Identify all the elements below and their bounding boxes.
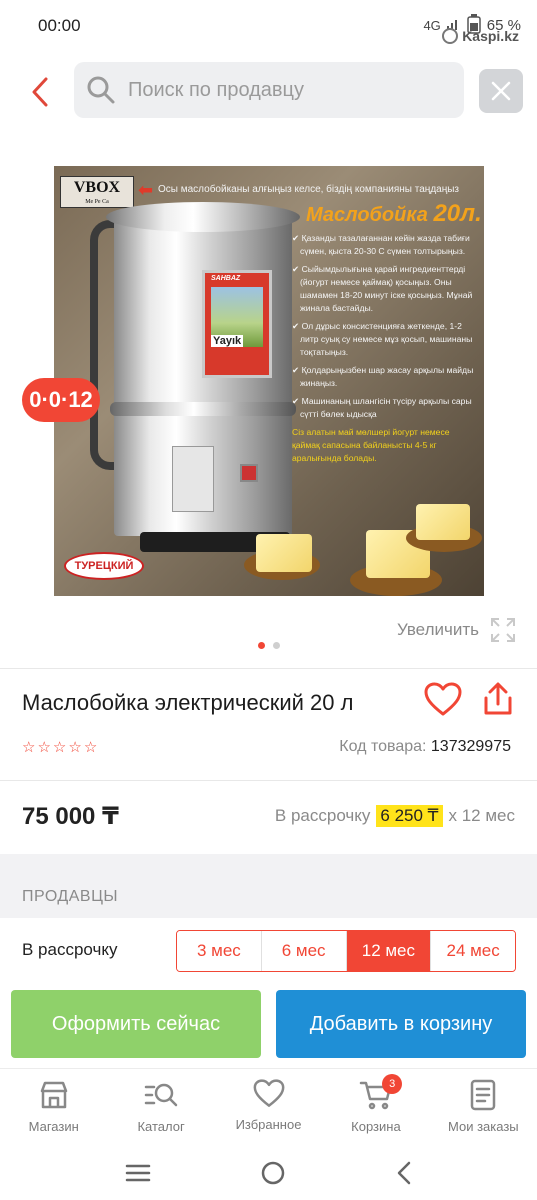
product-price: 75 000 ₸ [22, 803, 119, 830]
churn-switch [240, 464, 258, 482]
star-icon: ☆ [52, 739, 67, 756]
image-pagination [258, 642, 280, 649]
store-icon [40, 1081, 67, 1109]
yellow-note: Сіз алатын май мөлшері йогурт немесе қай… [292, 427, 450, 463]
installment-term-selector: 3 мес 6 мес 12 мес 24 мес [176, 930, 516, 972]
sku-value: 137329975 [430, 738, 511, 755]
product-code: Код товара: 137329975 [339, 738, 511, 756]
sellers-heading: ПРОДАВЦЫ [22, 888, 119, 905]
share-icon [484, 682, 512, 715]
star-icon: ☆ [37, 739, 51, 756]
orders-icon [471, 1079, 496, 1111]
turkish-badge: ТУРЕЦКИЙ [64, 552, 144, 580]
installment-row-label: В рассрочку [22, 940, 118, 959]
bullet-1: ✔ Қазанды тазалағаннан кейін жазда табиғ… [292, 233, 470, 256]
image-title: Маслобойка 20л. [306, 200, 482, 227]
installment-suffix: x 12 мес [448, 806, 516, 825]
search-input[interactable] [128, 78, 428, 102]
promo-badge: 0·0·12 [22, 378, 100, 422]
term-option-6[interactable]: 6 мес [261, 931, 347, 971]
image-headline: Осы маслобойканы алғыңыз келсе, біздің к… [158, 184, 460, 195]
rating-stars: ☆ ☆ ☆ ☆ ☆ [22, 738, 97, 756]
image-bullets: ✔ Қазанды тазалағаннан кейін жазда табиғ… [292, 232, 478, 470]
kaspi-logo-icon [442, 28, 459, 44]
churn-control-panel [172, 446, 214, 512]
vbox-logo: VBOX Ме Ре Са [60, 176, 134, 208]
star-icon: ☆ [83, 739, 98, 756]
installment-prefix: В рассрочку [274, 806, 371, 825]
back-nav-icon[interactable] [395, 1160, 413, 1186]
term-option-12[interactable]: 12 мес [346, 931, 432, 971]
catalog-search-icon [144, 1083, 178, 1107]
nav-item-favorites[interactable]: Избранное [215, 1069, 322, 1146]
bullet-3: ✔ Ол дұрыс консистенцияға жеткенде, 1-2 … [292, 321, 473, 357]
term-option-24[interactable]: 24 мес [431, 931, 515, 971]
bullet-4: ✔ Қолдарыңызбен шар жасау арқылы майды ж… [292, 365, 474, 388]
checkout-now-button[interactable]: Оформить сейчас [11, 990, 261, 1058]
back-button[interactable] [22, 74, 58, 110]
churn-label: SAHBAZ Yayık [202, 270, 272, 378]
nav-item-orders[interactable]: Мои заказы [430, 1069, 537, 1146]
top-bar [0, 60, 537, 122]
pagination-dot[interactable] [273, 642, 280, 649]
chevron-left-icon [32, 77, 48, 107]
status-bar: 00:00 4G 65 % Kaspi.kz [0, 0, 537, 52]
cart-count-badge: 3 [382, 1074, 403, 1094]
nav-item-catalog[interactable]: Каталог [107, 1069, 214, 1146]
add-to-cart-button[interactable]: Добавить в корзину [276, 990, 526, 1058]
share-button[interactable] [482, 682, 518, 722]
close-icon [491, 81, 511, 101]
home-icon[interactable] [260, 1160, 286, 1186]
churn-ring [110, 402, 296, 416]
search-icon [87, 76, 115, 104]
star-icon: ☆ [22, 739, 36, 756]
network-indicator: 4G [423, 18, 441, 33]
pagination-dot-active[interactable] [258, 642, 265, 649]
recent-apps-icon[interactable] [125, 1163, 151, 1183]
watermark-text: Kaspi.kz [462, 28, 519, 44]
divider [0, 780, 537, 781]
nav-item-store[interactable]: Магазин [0, 1069, 107, 1146]
search-box[interactable] [74, 62, 464, 118]
churn-lid [106, 202, 300, 232]
term-option-3[interactable]: 3 мес [177, 931, 262, 971]
kaspi-watermark: Kaspi.kz [442, 28, 519, 44]
zoom-label: Увеличить [397, 620, 479, 639]
star-icon: ☆ [68, 739, 82, 756]
zoom-button[interactable]: Увеличить [397, 616, 517, 644]
sku-label: Код товара: [339, 738, 427, 755]
clear-search-button[interactable] [479, 69, 523, 113]
butter-block [416, 504, 470, 540]
heart-icon [253, 1079, 284, 1107]
divider [0, 668, 537, 669]
expand-icon [491, 618, 515, 642]
status-time: 00:00 [38, 16, 81, 35]
bullet-2: ✔ Сыйымдылығына қарай ингредиенттерді (й… [292, 264, 473, 313]
product-image[interactable]: VBOX Ме Ре Са ⬅ Осы маслобойканы алғыңыз… [54, 166, 484, 596]
sellers-section-header [0, 854, 537, 918]
nav-item-cart[interactable]: 3 Корзина [322, 1069, 429, 1146]
heart-icon [424, 682, 462, 716]
favorite-button[interactable] [424, 682, 464, 722]
system-nav-bar [0, 1146, 537, 1200]
bullet-5: ✔ Машинаның шлангісін түсіру арқылы сары… [292, 396, 472, 419]
arrow-left-icon: ⬅ [138, 180, 154, 200]
butter-block [256, 534, 312, 572]
bottom-nav: Магазин Каталог Избранное 3 Корзина Мои … [0, 1068, 537, 1146]
installment-summary: В рассрочку 6 250 ₸ x 12 мес [275, 805, 515, 827]
installment-amount: 6 250 ₸ [376, 805, 443, 827]
product-title-row: Маслобойка электрический 20 л [22, 682, 517, 716]
